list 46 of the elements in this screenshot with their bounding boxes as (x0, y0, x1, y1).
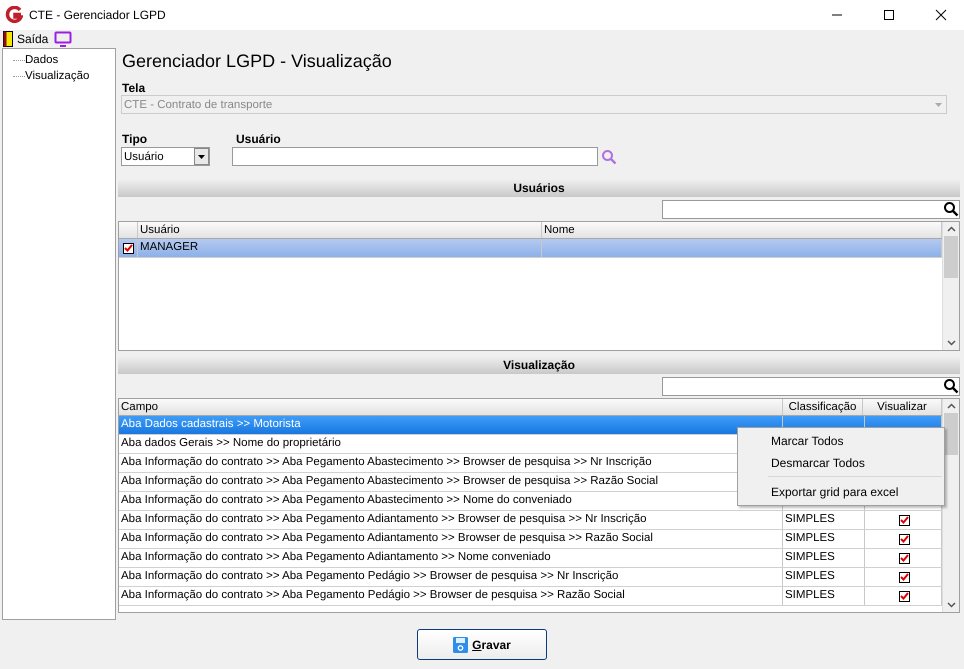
tree-item[interactable]: Dados (25, 54, 58, 66)
window-title: CTE - Gerenciador LGPD (29, 8, 166, 22)
field-label: Tela (122, 81, 146, 94)
user-input-field[interactable] (232, 147, 598, 166)
door-icon (3, 30, 13, 46)
table-cell: SIMPLES (783, 587, 865, 605)
table-cell: SIMPLES (783, 568, 865, 586)
column-header[interactable]: Usuário (138, 222, 542, 238)
table-cell: MANAGER (138, 239, 542, 257)
table-cell: Aba Informação do contrato >> Aba Pegamento Adiantamento >> Browser de pesquisa >> Razão Social (119, 530, 783, 548)
menu-item[interactable]: Desmarcar Todos (738, 452, 944, 474)
column-header[interactable]: Classificação (783, 399, 863, 415)
monitor-icon[interactable] (54, 30, 72, 46)
checkbox[interactable] (898, 572, 910, 582)
checkbox[interactable] (898, 552, 910, 564)
checkbox[interactable] (898, 534, 910, 544)
app-logo-icon (5, 6, 23, 24)
search-field[interactable] (662, 376, 960, 396)
scroll-thumb[interactable] (944, 413, 958, 455)
save-button[interactable]: Gravar (417, 629, 547, 660)
checkbox[interactable] (122, 242, 134, 254)
table-cell: SIMPLES (783, 511, 865, 529)
scrollbar[interactable] (942, 222, 959, 350)
search-icon[interactable] (943, 201, 959, 217)
type-dropdown[interactable]: Usuário (121, 147, 210, 166)
search-field[interactable] (662, 200, 960, 218)
field-label: Tipo (122, 132, 148, 145)
checkbox[interactable] (898, 590, 910, 602)
table-cell: SIMPLES (783, 549, 865, 567)
search-icon[interactable] (943, 378, 959, 394)
table-cell: SIMPLES (783, 530, 865, 548)
section-header: Visualização (118, 356, 960, 374)
checkbox[interactable] (898, 514, 910, 526)
field-label: Usuário (236, 132, 282, 145)
tree-item[interactable]: Visualização (25, 70, 90, 82)
exit-button[interactable]: Saída (3, 30, 48, 46)
section-header: Usuários (118, 179, 960, 197)
table-cell: Aba Informação do contrato >> Aba Pegamento Pedágio >> Browser de pesquisa >> Nr Inscrição (119, 568, 783, 586)
dropdown-arrow-icon (935, 102, 942, 106)
table-cell: Aba Informação do contrato >> Aba Pegamento Pedágio >> Browser de pesquisa >> Razão Social (119, 587, 783, 605)
page-heading: Gerenciador LGPD - Visualização (122, 50, 393, 72)
table-cell: Aba Informação do contrato >> Aba Pegamento Adiantamento >> Browser de pesquisa >> Nr Inscrição (119, 511, 783, 529)
table-cell: Aba Informação do contrato >> Aba Pegamento Adiantamento >> Nome conveniado (119, 549, 783, 567)
scroll-thumb[interactable] (944, 236, 958, 278)
scrollbar[interactable] (942, 399, 959, 612)
column-header[interactable]: Campo (119, 399, 783, 415)
